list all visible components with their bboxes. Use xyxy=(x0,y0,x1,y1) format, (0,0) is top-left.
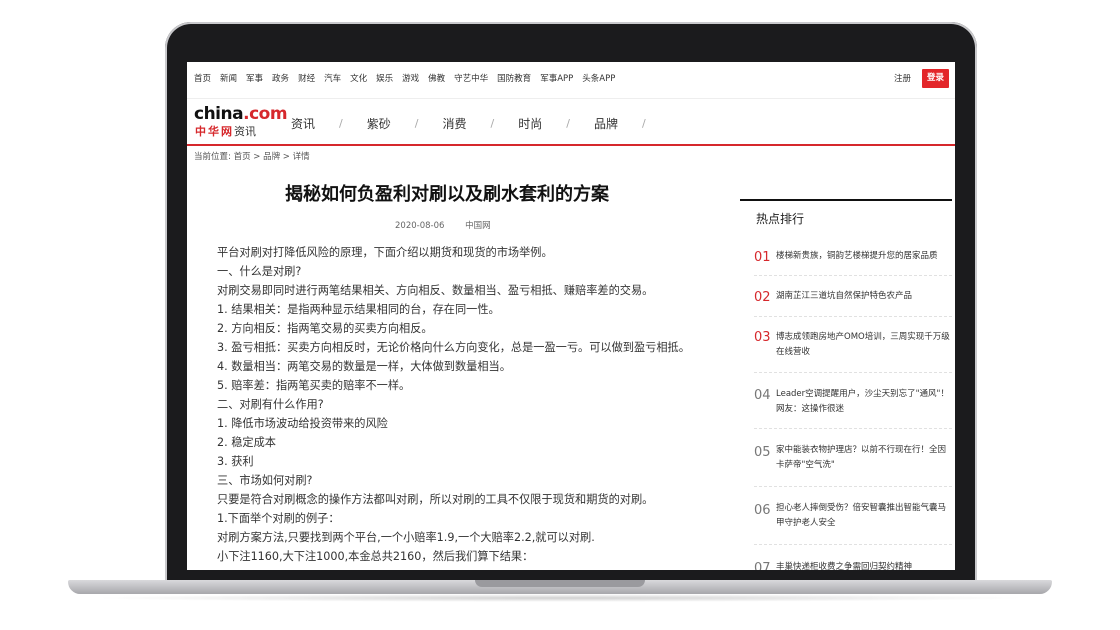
article-paragraph: 4. 数量相当：两笔交易的数量是一样，大体做到数量相当。 xyxy=(217,360,511,373)
top-nav-link-games[interactable]: 游戏 xyxy=(402,73,419,85)
article-paragraph: 5. 赔率差：指两笔买卖的赔率不一样。 xyxy=(217,379,411,392)
article-paragraph: 一、什么是对刷? xyxy=(217,265,302,278)
article-paragraph: 对刷交易即同时进行两笔结果相关、方向相反、数量相当、盈亏相抵、赚赔率差的交易。 xyxy=(217,284,654,297)
article-meta: 2020-08-06 中国网 xyxy=(395,220,491,232)
category-separator: / xyxy=(490,117,495,130)
category-separator: / xyxy=(566,117,570,130)
ranking-number: 02 xyxy=(754,290,771,305)
article-paragraph: 小下注1160,大下注1000,本金总共2160，然后我们算下结果： xyxy=(217,550,534,563)
article-paragraph: 3. 获利 xyxy=(217,455,254,468)
laptop-notch xyxy=(475,580,645,587)
category-separator: / xyxy=(339,117,343,130)
category-navigation: 资讯 / 紫砂 / 消费 / 时尚 / 品牌 / xyxy=(291,116,670,132)
article-paragraph: 1.下面举个对刷的例子： xyxy=(217,512,340,525)
category-tab-news[interactable]: 资讯 xyxy=(291,116,315,132)
ranking-item[interactable]: 02 湖南芷江三道坑自然保护特色农产品 xyxy=(754,278,952,317)
top-nav-link-heritage[interactable]: 守艺中华 xyxy=(454,73,488,85)
logo-subtitle-channel: 资讯 xyxy=(234,125,256,138)
logo-subtitle-brand: 中华网 xyxy=(195,125,234,138)
ranking-item[interactable]: 05 家中能装衣物护理店？以前不行现在行！全因卡萨帝"空气洗" xyxy=(754,430,952,487)
article-paragraph: 2. 稳定成本 xyxy=(217,436,276,449)
ranking-number: 04 xyxy=(754,388,771,403)
logo-text-china: china xyxy=(194,104,244,124)
article-date: 2020-08-06 xyxy=(395,221,445,231)
ranking-item[interactable]: 07 丰巢快递柜收费之争需回归契约精神 xyxy=(754,546,952,570)
ranking-link[interactable]: 博志成领跑房地产OMO培训，三周实现千万级在线营收 xyxy=(776,330,954,360)
top-nav-link-toutiao-app[interactable]: 头条APP xyxy=(582,73,615,85)
top-nav-link-government[interactable]: 政务 xyxy=(272,73,289,85)
ranking-link[interactable]: 楼梯新贵族，铜韵艺楼梯提升您的居家品质 xyxy=(776,249,954,264)
ranking-number: 06 xyxy=(754,503,771,518)
breadcrumb: 当前位置: 首页 > 品牌 > 详情 xyxy=(194,152,310,162)
logo-subtitle: 中华网资讯 xyxy=(195,125,256,138)
article-title: 揭秘如何负盈利对刷以及刷水套利的方案 xyxy=(285,184,609,205)
laptop-shadow xyxy=(90,594,1030,602)
logo-text-com: com xyxy=(249,104,288,124)
top-nav-link-auto[interactable]: 汽车 xyxy=(324,73,341,85)
article-body: 平台对刷对打降低风险的原理，下面介绍以期货和现货的市场举例。 一、什么是对刷? … xyxy=(217,243,717,566)
article-paragraph: 2. 方向相反：指两笔交易的买卖方向相反。 xyxy=(217,322,433,335)
top-navigation: 首页 新闻 军事 政务 财经 汽车 文化 娱乐 游戏 佛教 守艺中华 国防教育 … xyxy=(187,62,955,99)
ranking-link[interactable]: 湖南芷江三道坑自然保护特色农产品 xyxy=(776,289,954,304)
ranking-number: 07 xyxy=(754,561,771,570)
article-source[interactable]: 中国网 xyxy=(465,221,491,231)
top-nav-link-culture[interactable]: 文化 xyxy=(350,73,367,85)
top-nav-link-military[interactable]: 军事 xyxy=(246,73,263,85)
ranking-item[interactable]: 06 担心老人摔倒受伤？倍安智囊推出智能气囊马甲守护老人安全 xyxy=(754,488,952,545)
ranking-item[interactable]: 04 Leader空调提醒用户，沙尘天别忘了"通风"！网友：这操作很迷 xyxy=(754,374,952,429)
top-nav-link-entertainment[interactable]: 娱乐 xyxy=(376,73,393,85)
article-paragraph: 只要是符合对刷概念的操作方法都叫对刷，所以对刷的工具不仅限于现货和期货的对刷。 xyxy=(217,493,654,506)
article-paragraph: 1. 降低市场波动给投资带来的风险 xyxy=(217,417,388,430)
site-header: china.com 中华网资讯 资讯 / 紫砂 / 消费 / 时尚 / 品牌 / xyxy=(187,98,955,146)
top-nav-link-buddhism[interactable]: 佛教 xyxy=(428,73,445,85)
top-nav-link-military-app[interactable]: 军事APP xyxy=(540,73,573,85)
site-logo[interactable]: china.com xyxy=(194,104,288,124)
ranking-item[interactable]: 01 楼梯新贵族，铜韵艺楼梯提升您的居家品质 xyxy=(754,239,952,276)
category-tab-consumption[interactable]: 消费 xyxy=(442,116,466,132)
ranking-link[interactable]: 担心老人摔倒受伤？倍安智囊推出智能气囊马甲守护老人安全 xyxy=(776,501,954,531)
ranking-item[interactable]: 03 博志成领跑房地产OMO培训，三周实现千万级在线营收 xyxy=(754,318,952,373)
article-paragraph: 平台对刷对打降低风险的原理，下面介绍以期货和现货的市场举例。 xyxy=(217,246,553,259)
article-paragraph: 1. 结果相关：是指两种显示结果相同的台，存在同一性。 xyxy=(217,303,500,316)
category-tab-zisha[interactable]: 紫砂 xyxy=(367,116,391,132)
register-link[interactable]: 注册 xyxy=(894,73,911,85)
browser-screen: 首页 新闻 军事 政务 财经 汽车 文化 娱乐 游戏 佛教 守艺中华 国防教育 … xyxy=(187,62,955,570)
top-nav-link-news[interactable]: 新闻 xyxy=(220,73,237,85)
top-nav-link-defense-education[interactable]: 国防教育 xyxy=(497,73,531,85)
ranking-number: 05 xyxy=(754,445,771,460)
category-tab-brand[interactable]: 品牌 xyxy=(594,116,618,132)
top-nav-links: 首页 新闻 军事 政务 财经 汽车 文化 娱乐 游戏 佛教 守艺中华 国防教育 … xyxy=(194,73,624,85)
ranking-number: 03 xyxy=(754,330,771,345)
article-paragraph: 二、对刷有什么作用? xyxy=(217,398,324,411)
top-nav-link-finance[interactable]: 财经 xyxy=(298,73,315,85)
article-paragraph: 对刷方案方法,只要找到两个平台,一个小赔率1.9,一个大赔率2.2,就可以对刷. xyxy=(217,531,595,544)
login-button[interactable]: 登录 xyxy=(922,69,949,88)
top-nav-link-home[interactable]: 首页 xyxy=(194,73,211,85)
article-paragraph: 3. 盈亏相抵：买卖方向相反时，无论价格向什么方向变化，总是一盈一亏。可以做到盈… xyxy=(217,341,690,354)
ranking-link[interactable]: 家中能装衣物护理店？以前不行现在行！全因卡萨帝"空气洗" xyxy=(776,443,954,473)
category-separator: / xyxy=(414,117,419,130)
ranking-link[interactable]: 丰巢快递柜收费之争需回归契约精神 xyxy=(776,560,954,570)
sidebar-title: 热点排行 xyxy=(756,212,805,226)
ranking-link[interactable]: Leader空调提醒用户，沙尘天别忘了"通风"！网友：这操作很迷 xyxy=(776,387,954,417)
hot-ranking-sidebar: 热点排行 01 楼梯新贵族，铜韵艺楼梯提升您的居家品质 02 湖南芷江三道坑自然… xyxy=(740,199,952,570)
category-separator: / xyxy=(641,117,646,130)
article-paragraph: 三、市场如何对刷? xyxy=(217,474,313,487)
ranking-number: 01 xyxy=(754,250,771,265)
category-tab-fashion[interactable]: 时尚 xyxy=(518,116,542,132)
